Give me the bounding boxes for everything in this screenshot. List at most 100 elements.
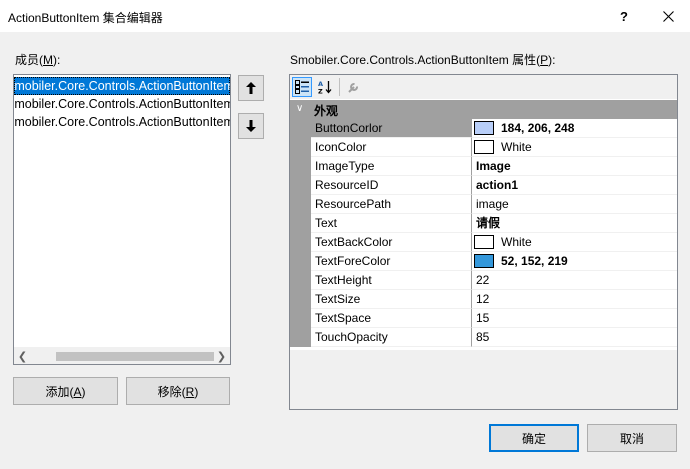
color-swatch [474, 235, 494, 249]
property-value[interactable]: White [472, 138, 677, 157]
property-value[interactable]: 22 [472, 271, 677, 290]
property-grid-toolbar: A Z [290, 75, 677, 99]
members-list[interactable]: Smobiler.Core.Controls.ActionButtonItem S… [13, 74, 231, 365]
help-icon: ? [620, 8, 628, 24]
properties-label: Smobiler.Core.Controls.ActionButtonItem … [290, 53, 556, 67]
svg-text:Z: Z [318, 88, 323, 95]
property-row[interactable]: Text 请假 [290, 214, 677, 233]
remove-button[interactable]: 移除(R) [126, 377, 230, 405]
property-name[interactable]: ResourceID [311, 176, 472, 195]
property-value-text: White [501, 235, 532, 249]
scrollbar-thumb[interactable] [56, 352, 214, 361]
property-row[interactable]: TextBackColor White [290, 233, 677, 252]
remove-button-label: 移除(R) [157, 384, 199, 399]
move-down-button[interactable] [238, 113, 264, 139]
category-row[interactable]: ∨ 外观 [290, 100, 677, 119]
category-label: 外观 [314, 104, 339, 118]
categorized-icon [295, 80, 309, 94]
property-name[interactable]: IconColor [311, 138, 472, 157]
member-list-item[interactable]: Smobiler.Core.Controls.ActionButtonItem [14, 113, 230, 131]
property-grid[interactable]: A Z ∨ 外观 ButtonCorlor 184, 206, 248 IconCo… [289, 74, 678, 410]
property-value[interactable]: 52, 152, 219 [472, 252, 677, 271]
property-row-gutter [290, 233, 311, 252]
property-value[interactable]: 请假 [472, 214, 677, 233]
property-name[interactable]: TextHeight [311, 271, 472, 290]
property-value[interactable]: White [472, 233, 677, 252]
property-row[interactable]: ButtonCorlor 184, 206, 248 [290, 119, 677, 138]
property-value-text: 184, 206, 248 [501, 121, 575, 135]
member-item-text: Smobiler.Core.Controls.ActionButtonItem [14, 115, 230, 129]
property-name[interactable]: ResourcePath [311, 195, 472, 214]
member-list-item[interactable]: Smobiler.Core.Controls.ActionButtonItem [14, 77, 230, 95]
property-value[interactable]: 184, 206, 248 [472, 119, 677, 138]
property-row[interactable]: ResourceID action1 [290, 176, 677, 195]
property-value[interactable]: image [472, 195, 677, 214]
property-row-gutter [290, 271, 311, 290]
property-value-text: 52, 152, 219 [501, 254, 568, 268]
property-row-gutter [290, 195, 311, 214]
member-item-text: Smobiler.Core.Controls.ActionButtonItem [14, 79, 230, 93]
property-name[interactable]: ImageType [311, 157, 472, 176]
members-label: 成员(M): [15, 53, 61, 67]
collapse-icon[interactable]: ∨ [296, 103, 306, 115]
color-swatch [474, 121, 494, 135]
member-list-item[interactable]: Smobiler.Core.Controls.ActionButtonItem [14, 95, 230, 113]
color-swatch [474, 140, 494, 154]
property-row-gutter [290, 157, 311, 176]
property-name[interactable]: TextForeColor [311, 252, 472, 271]
property-name[interactable]: TextSize [311, 290, 472, 309]
title-bar: ActionButtonItem 集合编辑器 ? [0, 0, 690, 32]
property-name[interactable]: TouchOpacity [311, 328, 472, 347]
property-row-gutter [290, 309, 311, 328]
property-row-gutter [290, 138, 311, 157]
move-up-button[interactable] [238, 75, 264, 101]
property-name[interactable]: TextBackColor [311, 233, 472, 252]
property-row-gutter [290, 176, 311, 195]
add-button[interactable]: 添加(A) [13, 377, 118, 405]
categorized-button[interactable] [292, 77, 312, 97]
property-value[interactable]: action1 [472, 176, 677, 195]
property-row[interactable]: IconColor White [290, 138, 677, 157]
window-title: ActionButtonItem 集合编辑器 [8, 11, 163, 25]
property-value-text: White [501, 140, 532, 154]
members-list-items: Smobiler.Core.Controls.ActionButtonItem S… [14, 75, 230, 347]
arrow-down-icon [246, 120, 256, 132]
property-value[interactable]: Image [472, 157, 677, 176]
property-row[interactable]: TouchOpacity 85 [290, 328, 677, 347]
property-name[interactable]: TextSpace [311, 309, 472, 328]
scroll-left-icon[interactable]: ❮ [14, 348, 31, 365]
property-value[interactable]: 15 [472, 309, 677, 328]
property-row[interactable]: ResourcePath image [290, 195, 677, 214]
property-name[interactable]: Text [311, 214, 472, 233]
ok-button-label: 确定 [521, 431, 546, 446]
sort-alpha-icon: A Z [318, 80, 332, 94]
horizontal-scrollbar[interactable]: ❮ ❯ [14, 347, 230, 364]
member-item-text: Smobiler.Core.Controls.ActionButtonItem [14, 97, 230, 111]
property-row-gutter [290, 328, 311, 347]
property-row-gutter [290, 214, 311, 233]
help-button[interactable]: ? [604, 0, 644, 32]
toolbar-separator [339, 78, 340, 96]
property-value[interactable]: 85 [472, 328, 677, 347]
property-row-gutter [290, 252, 311, 271]
property-row[interactable]: TextSize 12 [290, 290, 677, 309]
alphabetical-button[interactable]: A Z [315, 77, 335, 97]
property-row-gutter [290, 290, 311, 309]
arrow-up-icon [246, 82, 256, 94]
close-button[interactable] [648, 0, 688, 32]
property-grid-blank [290, 350, 677, 409]
cancel-button[interactable]: 取消 [587, 424, 677, 452]
wrench-icon [348, 83, 358, 93]
property-row[interactable]: TextForeColor 52, 152, 219 [290, 252, 677, 271]
property-row-gutter [290, 119, 311, 138]
close-icon [662, 10, 674, 22]
add-button-label: 添加(A) [45, 384, 86, 399]
ok-button[interactable]: 确定 [489, 424, 579, 452]
property-name[interactable]: ButtonCorlor [311, 119, 472, 138]
property-value[interactable]: 12 [472, 290, 677, 309]
property-pages-button[interactable] [344, 77, 364, 97]
scroll-right-icon[interactable]: ❯ [213, 348, 230, 365]
property-row[interactable]: TextHeight 22 [290, 271, 677, 290]
property-row[interactable]: ImageType Image [290, 157, 677, 176]
property-row[interactable]: TextSpace 15 [290, 309, 677, 328]
